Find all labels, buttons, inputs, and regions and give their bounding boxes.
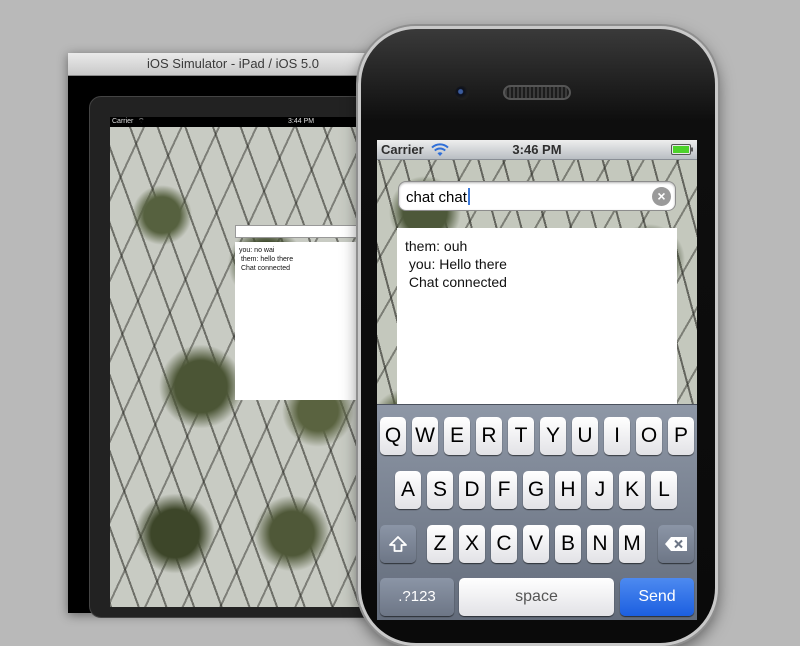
key-r[interactable]: R (476, 417, 502, 455)
backspace-key[interactable] (658, 525, 694, 563)
numbers-key[interactable]: .?123 (380, 578, 454, 616)
key-c[interactable]: C (491, 525, 517, 563)
earpiece-speaker (503, 85, 571, 100)
text-caret (467, 188, 470, 205)
backspace-icon (665, 537, 687, 551)
key-o[interactable]: O (636, 417, 662, 455)
chat-log-line: Chat connected (405, 274, 507, 290)
message-input[interactable]: chat chat × (398, 181, 676, 211)
key-n[interactable]: N (587, 525, 613, 563)
key-f[interactable]: F (491, 471, 517, 509)
battery-icon (671, 144, 693, 155)
key-b[interactable]: B (555, 525, 581, 563)
ipad-time: 3:44 PM (288, 118, 315, 125)
key-t[interactable]: T (508, 417, 534, 455)
key-p[interactable]: P (668, 417, 694, 455)
key-q[interactable]: Q (380, 417, 406, 455)
clear-icon[interactable]: × (652, 187, 671, 206)
key-i[interactable]: I (604, 417, 630, 455)
chat-log: them: ouh you: Hello there Chat connecte… (397, 228, 677, 418)
status-time: 3:46 PM (512, 142, 562, 157)
chat-log-line: them: ouh (405, 238, 468, 254)
status-bar: Carrier 3:46 PM (377, 140, 697, 160)
message-input-value: chat chat (406, 189, 467, 206)
iphone-screen: Carrier 3:46 PM chat chat × them: ouh yo… (377, 140, 697, 620)
key-m[interactable]: M (619, 525, 645, 563)
ipad-window-title: iOS Simulator - iPad / iOS 5.0 (68, 53, 398, 76)
key-j[interactable]: J (587, 471, 613, 509)
key-w[interactable]: W (412, 417, 438, 455)
key-l[interactable]: L (651, 471, 677, 509)
key-y[interactable]: Y (540, 417, 566, 455)
key-a[interactable]: A (395, 471, 421, 509)
key-u[interactable]: U (572, 417, 598, 455)
chat-log-line: you: Hello there (405, 256, 507, 272)
key-v[interactable]: V (523, 525, 549, 563)
ipad-status-bar: Carrier ⌔ 3:44 PM (110, 117, 370, 127)
key-e[interactable]: E (444, 417, 470, 455)
ipad-screen: Carrier ⌔ 3:44 PM you: no wai them: hell… (110, 117, 410, 607)
keyboard: Q W E R T Y U I O P A S D F G H J K L Z … (377, 404, 697, 620)
wifi-icon: ⌔ (138, 118, 145, 125)
shift-key[interactable] (380, 525, 416, 563)
send-key[interactable]: Send (620, 578, 694, 616)
space-key[interactable]: space (459, 578, 614, 616)
front-camera (455, 86, 469, 100)
key-d[interactable]: D (459, 471, 485, 509)
shift-icon (389, 536, 407, 552)
key-z[interactable]: Z (427, 525, 453, 563)
ipad-carrier-label: Carrier (112, 118, 134, 125)
key-h[interactable]: H (555, 471, 581, 509)
key-k[interactable]: K (619, 471, 645, 509)
key-s[interactable]: S (427, 471, 453, 509)
key-x[interactable]: X (459, 525, 485, 563)
key-g[interactable]: G (523, 471, 549, 509)
